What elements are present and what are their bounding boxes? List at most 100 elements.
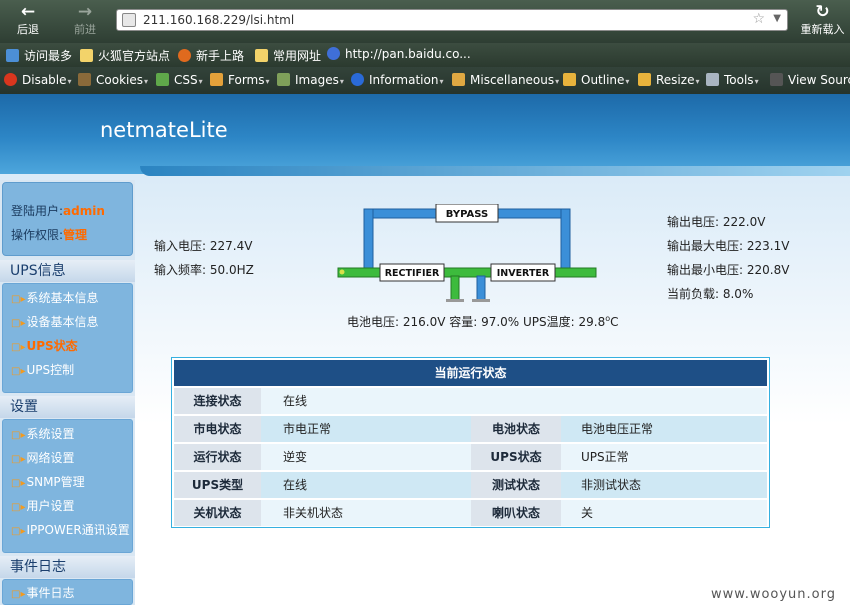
forward-label: 前进	[74, 23, 96, 36]
devtool-label: Forms	[228, 73, 265, 87]
web-developer-toolbar: Disable▾ Cookies▾ CSS▾ Forms▾ Images▾ In…	[0, 67, 850, 94]
devtool-label: Resize	[656, 73, 695, 87]
sidebar-item-network-settings[interactable]: □▸网络设置	[11, 449, 74, 466]
sidebar-item-snmp[interactable]: □▸SNMP管理	[11, 473, 85, 490]
folder-icon	[255, 49, 268, 62]
sidebar-item-system-settings[interactable]: □▸系统设置	[11, 425, 74, 442]
output-load: 当前负载: 8.0%	[667, 287, 754, 301]
devtool-label: CSS	[174, 73, 198, 87]
bookmark-item[interactable]: http://pan.baidu.co...	[327, 47, 471, 61]
devtool-menu[interactable]: Cookies▾	[78, 73, 148, 87]
devtool-menu[interactable]: Disable▾	[4, 73, 72, 87]
watermark: www.wooyun.org	[710, 587, 836, 602]
sidebar-item-user-settings[interactable]: □▸用户设置	[11, 497, 74, 514]
status-table-title: 当前运行状态	[174, 360, 767, 386]
table-label: 连接状态	[174, 388, 261, 414]
login-user-label: 登陆用户:	[11, 204, 64, 218]
bookmarks-bar: 访问最多 火狐官方站点 新手上路 常用网址 http://pan.baidu.c…	[0, 43, 850, 67]
input-node	[339, 269, 345, 275]
battery-terminal	[472, 299, 490, 302]
site-identity-icon	[122, 13, 136, 27]
sidebar-item-ippower[interactable]: □▸IPPOWER通讯设置	[11, 521, 130, 538]
devtool-label: Outline	[581, 73, 625, 87]
reload-label: 重新载入	[800, 23, 845, 36]
site-icon	[6, 49, 19, 62]
table-value: 电池电压正常	[581, 422, 654, 436]
url-dropdown-icon[interactable]: ▼	[773, 13, 781, 24]
sidebar-item-device-info[interactable]: □▸设备基本信息	[11, 313, 98, 330]
output-max-voltage: 输出最大电压: 223.1V	[667, 239, 790, 253]
bookmark-label: 访问最多	[24, 49, 73, 63]
table-value: 非关机状态	[283, 506, 344, 520]
firefox-icon	[178, 49, 191, 62]
battery-summary: 电池电压: 216.0V 容量: 97.0% UPS温度: 29.8oC	[347, 313, 619, 330]
table-value: 关	[581, 506, 594, 520]
url-text[interactable]: 211.160.168.229/lsi.html	[143, 13, 294, 27]
sidebar-item-label: 用户设置	[26, 499, 75, 513]
bookmark-label: 常用网址	[273, 49, 322, 63]
sidebar-item-label: 设备基本信息	[26, 315, 99, 329]
forms-icon	[210, 73, 223, 86]
table-value: 在线	[283, 394, 308, 408]
table-value: UPS正常	[581, 450, 629, 464]
devtool-menu[interactable]: Forms▾	[210, 73, 270, 87]
bookmark-star-icon[interactable]: ☆	[752, 11, 765, 27]
devtool-label: Images	[295, 73, 339, 87]
input-voltage: 输入电压: 227.4V	[154, 239, 253, 253]
rectifier-label: RECTIFIER	[385, 268, 440, 279]
bypass-line	[363, 208, 374, 275]
reload-button[interactable]: ↻ 重新载入	[795, 2, 850, 42]
back-button[interactable]: ← 后退	[4, 2, 52, 42]
header-wave	[140, 166, 850, 176]
bypass-line	[560, 208, 571, 275]
forward-button[interactable]: → 前进	[61, 2, 109, 42]
devtool-menu[interactable]: Images▾	[277, 73, 344, 87]
bookmark-item[interactable]: 访问最多	[6, 47, 72, 64]
sidebar-section-settings: 设置	[0, 396, 135, 418]
sidebar-item-label: UPS控制	[26, 363, 75, 377]
bookmark-item[interactable]: 火狐官方站点	[80, 47, 170, 64]
output-min-voltage: 输出最小电压: 220.8V	[667, 263, 790, 277]
css-icon	[156, 73, 169, 86]
sidebar-item-ups-control[interactable]: □▸UPS控制	[11, 361, 74, 378]
sidebar-item-ups-status[interactable]: □▸UPS状态	[11, 337, 78, 354]
sidebar-section-ups-info: UPS信息	[0, 260, 135, 282]
permission-value: 管理	[63, 228, 88, 242]
address-bar[interactable]: 211.160.168.229/lsi.html ☆ ▼	[116, 9, 788, 31]
bullet-arrow-icon: □▸	[11, 526, 26, 537]
source-icon	[770, 73, 783, 86]
sidebar-section-event-log: 事件日志	[0, 556, 135, 578]
table-value: 非测试状态	[581, 478, 642, 492]
sidebar-item-event-log[interactable]: □▸事件日志	[11, 584, 74, 601]
login-user-row: 登陆用户:admin	[11, 202, 105, 219]
devtool-menu[interactable]: CSS▾	[156, 73, 203, 87]
table-value: 在线	[283, 478, 308, 492]
sidebar: 登陆用户:admin 操作权限:管理 UPS信息 □▸系统基本信息 □▸设备基本…	[0, 180, 135, 605]
sidebar-section-body: □▸事件日志	[2, 579, 133, 605]
sidebar-item-label: 网络设置	[26, 451, 75, 465]
bookmark-item[interactable]: 常用网址	[255, 47, 321, 64]
bullet-arrow-icon: □▸	[11, 589, 26, 600]
inverter-label: INVERTER	[497, 268, 550, 279]
bullet-arrow-icon: □▸	[11, 478, 26, 489]
sidebar-item-system-info[interactable]: □▸系统基本信息	[11, 289, 98, 306]
sidebar-item-label: 事件日志	[26, 586, 75, 600]
table-value: 逆变	[283, 450, 308, 464]
bullet-arrow-icon: □▸	[11, 502, 26, 513]
bullet-arrow-icon: □▸	[11, 318, 26, 329]
devtool-menu[interactable]: Miscellaneous▾	[452, 73, 559, 87]
sidebar-section-body: □▸系统设置 □▸网络设置 □▸SNMP管理 □▸用户设置 □▸IPPOWER通…	[2, 419, 133, 553]
devtool-menu[interactable]: Outline▾	[563, 73, 629, 87]
status-table: 当前运行状态 连接状态 在线 市电状态 市电正常 电池状态 电池电压正常 运行状…	[171, 357, 770, 528]
permission-row: 操作权限:管理	[11, 226, 87, 243]
devtool-label: Information	[369, 73, 439, 87]
sidebar-item-label: 系统设置	[26, 427, 75, 441]
devtool-menu[interactable]: View Sourc	[770, 73, 850, 87]
devtool-menu[interactable]: Resize▾	[638, 73, 699, 87]
misc-icon	[452, 73, 465, 86]
devtool-menu[interactable]: Tools▾	[706, 73, 759, 87]
bookmark-item[interactable]: 新手上路	[178, 47, 244, 64]
input-frequency: 输入频率: 50.0HZ	[154, 263, 254, 277]
devtool-menu[interactable]: Information▾	[351, 73, 443, 87]
devtool-label: View Sourc	[788, 73, 850, 87]
